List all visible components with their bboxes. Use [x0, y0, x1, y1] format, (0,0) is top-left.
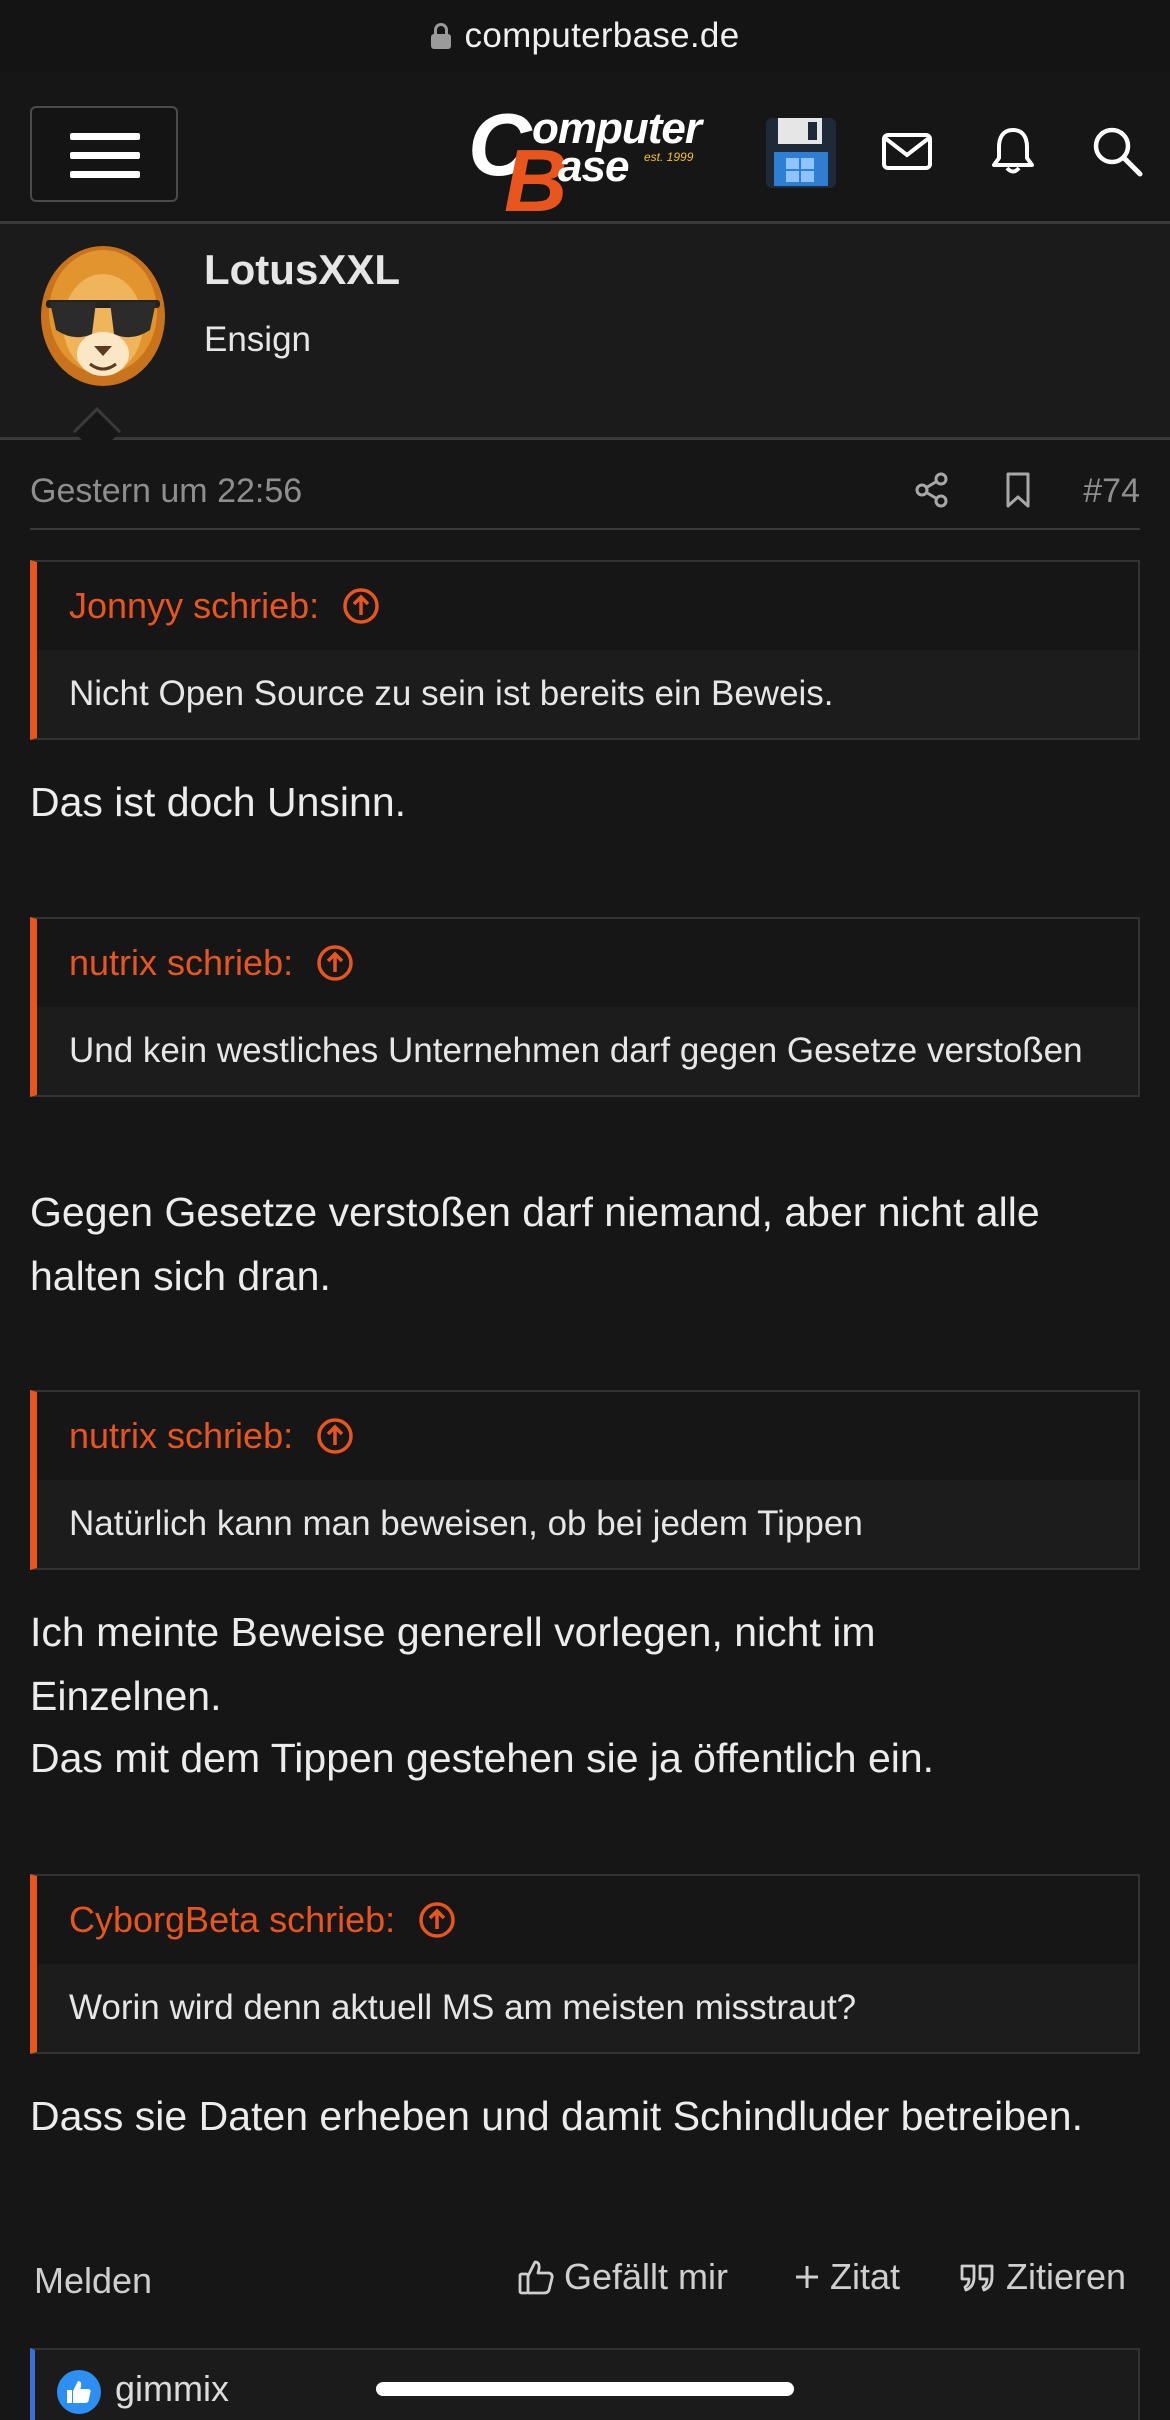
home-indicator[interactable] — [376, 2382, 794, 2396]
post-text: Dass sie Daten erheben und damit Schindl… — [30, 2093, 1083, 2139]
quote-author[interactable]: nutrix schrieb: — [69, 942, 293, 984]
quote-block: nutrix schrieb: Und kein westliches Unte… — [30, 917, 1140, 1097]
post-meta: Gestern um 22:56 #74 — [30, 440, 1140, 530]
search-icon[interactable] — [1086, 120, 1148, 182]
quote-author[interactable]: Jonnyy schrieb: — [69, 585, 319, 627]
quote-block: CyborgBeta schrieb: Worin wird denn aktu… — [30, 1874, 1140, 2054]
post-text: Ich meinte Beweise generell vorlegen, ni… — [30, 1609, 876, 1719]
arrow-up-circle-icon[interactable] — [315, 1416, 355, 1456]
hamburger-menu-button[interactable] — [30, 106, 178, 202]
arrow-up-circle-icon[interactable] — [341, 586, 381, 626]
post-author-block: LotusXXL Ensign — [0, 224, 1170, 456]
post-timestamp[interactable]: Gestern um 22:56 — [30, 472, 302, 511]
quote-author[interactable]: nutrix schrieb: — [69, 1415, 293, 1457]
floppy-disk-icon[interactable] — [764, 116, 838, 190]
reaction-users[interactable]: gimmix — [115, 2368, 229, 2410]
quote-text: Nicht Open Source zu sein ist bereits ei… — [37, 650, 1138, 738]
post-text: Das ist doch Unsinn. — [30, 779, 407, 825]
arrow-up-circle-icon[interactable] — [315, 943, 355, 983]
bell-icon[interactable] — [982, 120, 1044, 182]
quote-text: Natürlich kann man beweisen, ob bei jede… — [37, 1480, 1138, 1568]
plus-icon — [796, 2266, 818, 2288]
bookmark-icon[interactable] — [998, 470, 1038, 510]
post-actions: Melden Gefällt mir Zitat Zitieren — [30, 2240, 1140, 2320]
quote-label: Zitieren — [1006, 2256, 1127, 2297]
author-name[interactable]: LotusXXL — [204, 246, 400, 294]
mail-icon[interactable] — [876, 120, 938, 182]
quote-author[interactable]: CyborgBeta schrieb: — [69, 1899, 395, 1941]
quote-marks-icon — [960, 2264, 994, 2292]
add-quote-button[interactable]: Zitat — [792, 2256, 900, 2298]
avatar[interactable] — [38, 242, 168, 388]
like-button[interactable]: Gefällt mir — [516, 2256, 728, 2298]
url-text: computerbase.de — [464, 16, 740, 55]
quote-button[interactable]: Zitieren — [958, 2256, 1126, 2298]
post-number[interactable]: #74 — [1083, 472, 1140, 511]
quote-block: nutrix schrieb: Natürlich kann man bewei… — [30, 1390, 1140, 1570]
add-quote-label: Zitat — [830, 2256, 901, 2297]
like-label: Gefällt mir — [564, 2256, 729, 2297]
thumbs-up-icon — [518, 2260, 554, 2295]
author-rank: Ensign — [204, 320, 312, 359]
post-text: Gegen Gesetze verstoßen darf niemand, ab… — [30, 1189, 1040, 1299]
like-reaction-icon — [57, 2370, 101, 2414]
arrow-up-circle-icon[interactable] — [417, 1900, 457, 1940]
computerbase-logo[interactable]: C B omputer ase est. 1999 — [468, 95, 708, 230]
share-icon[interactable] — [912, 470, 952, 510]
quote-block: Jonnyy schrieb: Nicht Open Source zu sei… — [30, 560, 1140, 740]
site-header: C B omputer ase est. 1999 — [0, 72, 1170, 230]
browser-url-bar[interactable]: computerbase.de — [0, 0, 1170, 72]
quote-text: Und kein westliches Unternehmen darf geg… — [37, 1007, 1138, 1095]
report-link[interactable]: Melden — [34, 2260, 152, 2302]
post-text: Das mit dem Tippen gestehen sie ja öffen… — [30, 1735, 935, 1781]
lock-icon — [430, 23, 451, 49]
quote-text: Worin wird denn aktuell MS am meisten mi… — [37, 1964, 1138, 2052]
